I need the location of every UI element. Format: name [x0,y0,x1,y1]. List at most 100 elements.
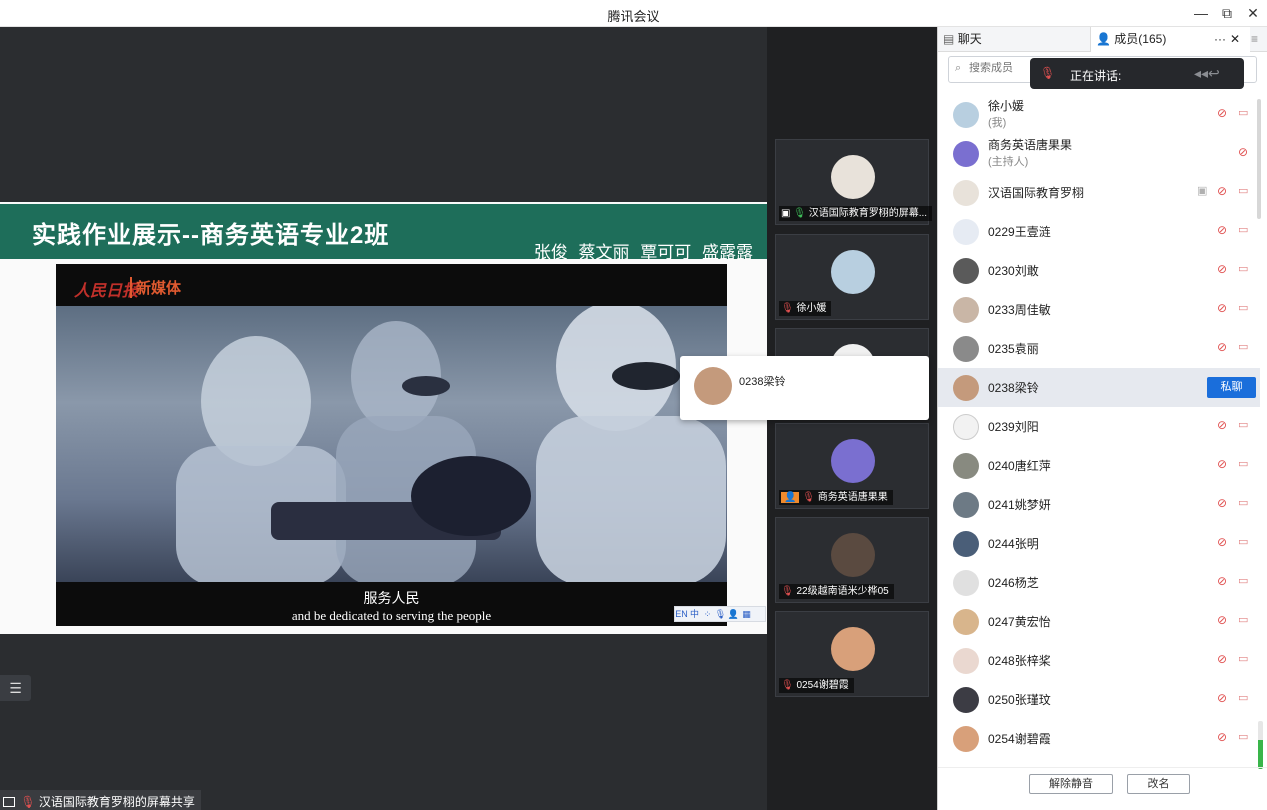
close-button[interactable]: ✕ [1240,3,1266,23]
mic-muted-icon[interactable]: ⊘ [1217,418,1231,434]
medical-workers-image [176,301,726,586]
unmute-all-button[interactable]: 解除静音 [1029,774,1113,794]
members-scrollbar[interactable] [1257,99,1261,219]
more-options-icon[interactable]: ··· [1214,27,1226,52]
avatar [831,439,875,483]
gallery-tile[interactable]: 🎙 徐小媛 [775,234,929,320]
member-row[interactable]: 0238梁铃 私聊 [938,368,1260,407]
avatar [694,367,732,405]
camera-off-icon[interactable]: ▭ [1238,301,1252,317]
screen-share-icon: ▣ [781,208,791,219]
member-name: 0250张瑾玟 [988,693,1051,707]
close-panel-icon[interactable]: ✕ [1230,27,1240,52]
member-row[interactable]: 0244张明 ⊘ ▭ [938,524,1260,563]
toolbar-en-icon[interactable]: EN [675,609,688,619]
member-row[interactable]: 0241姚梦妍 ⊘ ▭ [938,485,1260,524]
mic-muted-icon[interactable]: ⊘ [1217,301,1231,317]
camera-off-icon[interactable]: ▭ [1238,223,1252,239]
gallery-tile[interactable]: 🎙 0254谢碧霞 [775,611,929,697]
mic-muted-icon[interactable]: ⊘ [1217,496,1231,512]
muted-mic-icon: 🎙 [802,492,815,503]
mic-muted-icon[interactable]: ⊘ [1217,652,1231,668]
avatar [953,414,979,440]
gallery-tile[interactable]: 🎙 22级越南语米少桦05 [775,517,929,603]
mic-muted-icon[interactable]: ⊘ [1217,184,1231,200]
mic-muted-icon[interactable]: ⊘ [1217,535,1231,551]
member-row[interactable]: 0248张梓桨 ⊘ ▭ [938,641,1260,680]
mic-muted-icon[interactable]: ⊘ [1217,223,1231,239]
gallery-tile[interactable]: ▣ 🎙 汉语国际教育罗栩的屏幕... [775,139,933,225]
toolbar-grid-icon[interactable]: ▦ [740,609,753,620]
tile-label: 🎙 0254谢碧霞 [779,678,854,693]
camera-off-icon[interactable]: ▭ [1238,652,1252,668]
tab-members[interactable]: 👤 成员(165) [1090,27,1250,52]
member-row[interactable]: 0250张瑾玟 ⊘ ▭ [938,680,1260,719]
member-row[interactable]: 0246杨芝 ⊘ ▭ [938,563,1260,602]
member-row[interactable]: 徐小媛 (我) ⊘ ▭ [938,95,1260,134]
member-row[interactable]: 0233周佳敏 ⊘ ▭ [938,290,1260,329]
camera-off-icon[interactable]: ▭ [1238,730,1252,746]
member-row[interactable]: 0247黄宏怡 ⊘ ▭ [938,602,1260,641]
mic-muted-icon[interactable]: ⊘ [1217,691,1231,707]
mic-muted-icon[interactable]: ⊘ [1217,262,1231,278]
video-logo: 人民日报 [74,283,139,300]
member-name: 0247黄宏怡 [988,615,1051,629]
speaking-label: 正在讲话: [1070,69,1122,83]
camera-off-icon[interactable]: ▭ [1238,496,1252,512]
member-name: 0239刘阳 [988,420,1039,434]
toolbar-chinese-icon[interactable]: 中 [688,607,701,620]
camera-off-icon[interactable]: ▭ [1238,613,1252,629]
mic-muted-icon[interactable]: ⊘ [1217,574,1231,590]
panel-footer: 解除静音 改名 [938,767,1267,810]
toolbar-user-icon[interactable]: 👤 [727,609,740,620]
member-row[interactable]: 0230刘敢 ⊘ ▭ [938,251,1260,290]
mic-muted-icon[interactable]: ⊘ [1217,106,1231,122]
mic-muted-icon[interactable]: ⊘ [1217,730,1231,746]
member-row[interactable]: 商务英语唐果果 (主持人) ⊘ [938,134,1260,173]
tab-chat[interactable]: ▤ 聊天 [943,27,982,52]
member-row[interactable]: 0254谢碧霞 ⊘ ▭ [938,719,1260,758]
collapse-arrow-icon[interactable]: ◂◂↩ [1194,65,1220,82]
slide-banner: 实践作业展示--商务英语专业2班 张俊 蔡文丽 覃可可 盛露露 [0,204,767,262]
minimize-button[interactable]: — [1188,3,1214,23]
mic-active-icon: 🎙 [793,208,806,219]
camera-off-icon[interactable]: ▭ [1238,184,1252,200]
mic-muted-icon[interactable]: ⊘ [1217,340,1231,356]
mic-muted-icon[interactable]: ⊘ [1217,457,1231,473]
member-row[interactable]: 0240唐红萍 ⊘ ▭ [938,446,1260,485]
camera-off-icon[interactable]: ▭ [1238,457,1252,473]
camera-off-icon[interactable]: ▭ [1238,691,1252,707]
camera-off-icon[interactable]: ▭ [1238,340,1252,356]
member-name: 0241姚梦妍 [988,498,1051,512]
panel-menu-icon[interactable]: ≡ [1251,27,1258,52]
private-chat-button[interactable]: 私聊 [1207,377,1256,398]
rename-button[interactable]: 改名 [1127,774,1190,794]
member-name: 0246杨芝 [988,576,1039,590]
member-row[interactable]: 0229王壹涟 ⊘ ▭ [938,212,1260,251]
toolbar-punct-icon[interactable]: ⁘ [701,609,714,620]
shared-screen-area: 实践作业展示--商务英语专业2班 张俊 蔡文丽 覃可可 盛露露 人民日报 新媒体 [0,27,767,810]
restore-button[interactable]: ⧉ [1214,3,1240,23]
camera-off-icon[interactable]: ▭ [1238,535,1252,551]
gallery-tile[interactable]: 👤 🎙 商务英语唐果果 [775,423,929,509]
camera-off-icon[interactable]: ▭ [1238,262,1252,278]
embedded-video[interactable]: 人民日报 新媒体 服务人民 and be dedicated to servin… [56,264,727,626]
tile-label: 🎙 22级越南语米少桦05 [779,584,894,599]
list-menu-icon[interactable]: ☰ [0,675,31,701]
hover-card-name: 0238梁铃 [739,376,786,388]
mic-muted-icon[interactable]: ⊘ [1238,145,1252,161]
panel-tabs: ▤ 聊天 👤 成员(165) ··· ✕ ≡ [938,27,1267,52]
toolbar-mic-icon[interactable]: 🎙 [714,609,727,620]
camera-off-icon[interactable]: ▭ [1238,106,1252,122]
screen-share-label: 🎙 汉语国际教育罗栩的屏幕共享 [0,790,201,810]
avatar [953,570,979,596]
member-row[interactable]: 汉语国际教育罗栩 ▣ ⊘ ▭ [938,173,1260,212]
mic-muted-icon[interactable]: ⊘ [1217,613,1231,629]
input-method-toolbar[interactable]: EN 中 ⁘ 🎙 👤 ▦ [674,606,766,622]
member-row[interactable]: 0235袁丽 ⊘ ▭ [938,329,1260,368]
member-name: 0254谢碧霞 [988,732,1051,746]
video-header: 人民日报 新媒体 [56,264,727,306]
camera-off-icon[interactable]: ▭ [1238,574,1252,590]
member-row[interactable]: 0239刘阳 ⊘ ▭ [938,407,1260,446]
camera-off-icon[interactable]: ▭ [1238,418,1252,434]
